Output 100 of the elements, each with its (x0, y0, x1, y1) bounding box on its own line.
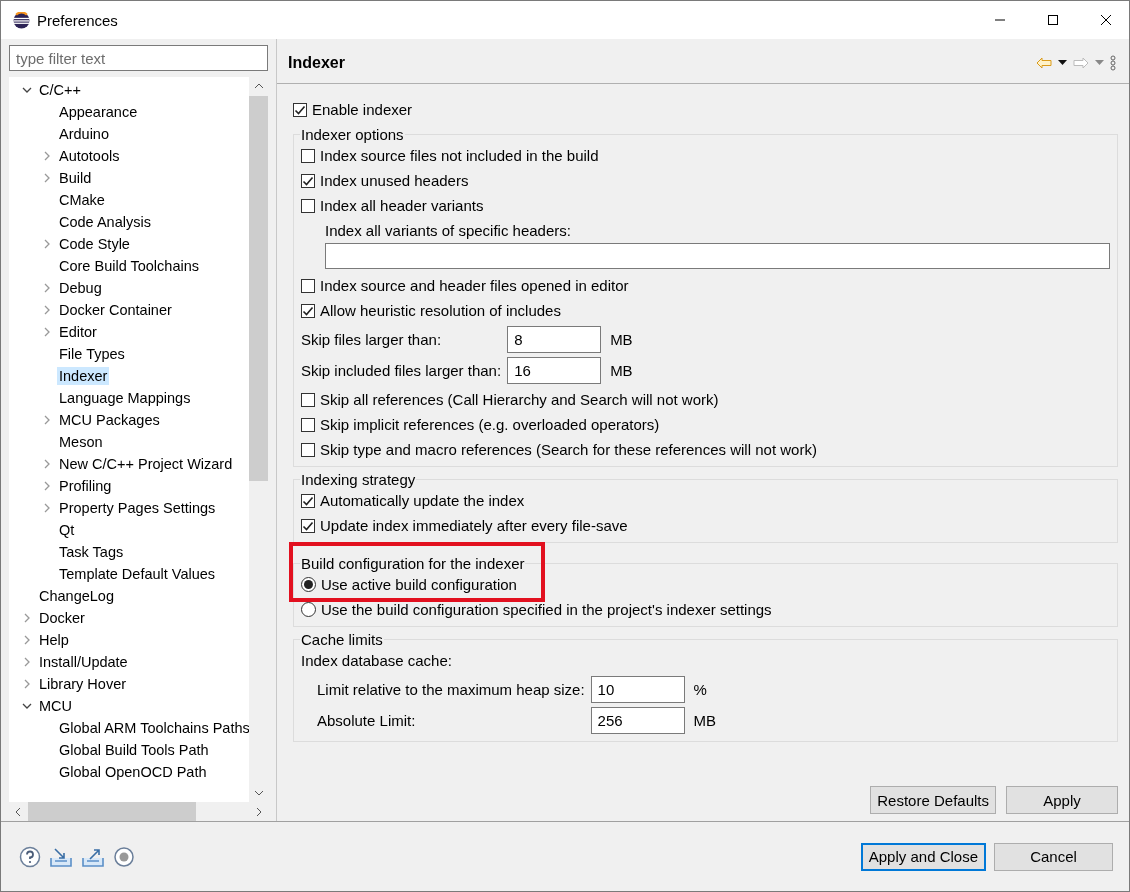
tree-item[interactable]: MCU Packages (57, 411, 162, 429)
input-field[interactable] (325, 243, 1110, 269)
checkbox[interactable] (301, 303, 315, 318)
tree-item[interactable]: Task Tags (57, 543, 126, 561)
chevron-down-icon[interactable] (22, 85, 32, 95)
tree-item[interactable]: Install/Update (37, 653, 130, 671)
tree-item[interactable]: MCU (37, 697, 75, 715)
tree-item[interactable]: Qt (57, 521, 77, 539)
caption-text: Index database cache: (301, 652, 452, 669)
page-title: Indexer (288, 53, 346, 72)
checkbox-label: Index source files not included in the build (320, 147, 599, 164)
checkbox[interactable] (301, 518, 315, 533)
chevron-right-icon[interactable] (42, 283, 52, 293)
chevron-right-icon[interactable] (42, 459, 52, 469)
tree-item[interactable]: C/C++ (37, 81, 83, 99)
checkbox[interactable] (301, 392, 315, 407)
chevron-right-icon[interactable] (42, 503, 52, 513)
restore-defaults-button[interactable]: Restore Defaults (870, 786, 996, 814)
checkbox-label: Index source and header files opened in editor (320, 277, 629, 294)
checkbox-label: Automatically update the index (320, 492, 525, 509)
tree-item[interactable]: Core Build Toolchains (57, 257, 201, 275)
chevron-right-icon[interactable] (42, 481, 52, 491)
chevron-right-icon[interactable] (22, 635, 32, 645)
tree-item[interactable]: Editor (57, 323, 99, 341)
tree-item[interactable]: CMake (57, 191, 107, 209)
checkbox-label: Enable indexer (312, 101, 413, 118)
tree-item[interactable]: File Types (57, 345, 127, 363)
number-field[interactable]: 8 (507, 326, 602, 353)
window-title: Preferences (37, 11, 119, 29)
chevron-right-icon[interactable] (42, 415, 52, 425)
checkbox[interactable] (301, 148, 315, 163)
tree-item[interactable]: Profiling (57, 477, 114, 495)
tree-item[interactable]: Code Analysis (57, 213, 153, 231)
import-tray-icon[interactable] (49, 845, 73, 868)
number-field[interactable]: 256 (590, 707, 685, 734)
group-title: Build configuration for the indexer (301, 555, 525, 572)
chevron-down-icon[interactable] (22, 701, 32, 711)
tree-item[interactable]: Property Pages Settings (57, 499, 218, 517)
tree-item[interactable]: Indexer (57, 367, 110, 385)
record-icon[interactable] (113, 845, 135, 868)
apply-and-close-button[interactable]: Apply and Close (860, 842, 986, 871)
tree-item[interactable]: Help (37, 631, 71, 649)
checkbox[interactable] (301, 442, 315, 457)
cancel-button[interactable]: Cancel (994, 842, 1113, 871)
checkbox[interactable] (301, 198, 315, 213)
unit-label: MB (609, 331, 634, 348)
close-icon[interactable] (1100, 14, 1112, 26)
checkbox[interactable] (301, 417, 315, 432)
checkbox-label: Skip all references (Call Hierarchy and Search will not work) (320, 391, 719, 408)
chevron-right-icon[interactable] (22, 613, 32, 623)
checkbox[interactable] (293, 102, 307, 117)
checkbox[interactable] (301, 173, 315, 188)
field-label: Index all variants of specific headers: (324, 222, 572, 239)
checkbox-label: Skip type and macro references (Search for these references will not work) (320, 441, 817, 458)
tree-item[interactable]: Global ARM Toolchains Paths (57, 719, 249, 737)
radio-button[interactable] (301, 577, 316, 592)
checkbox-label: Skip implicit references (e.g. overloaded operators) (320, 416, 660, 433)
unit-label: MB (609, 362, 634, 379)
checkbox-label: Index all header variants (320, 197, 484, 214)
tree-item[interactable]: Template Default Values (57, 565, 218, 583)
checkbox[interactable] (301, 278, 315, 293)
apply-button[interactable]: Apply (1006, 786, 1118, 814)
group-title: Indexer options (301, 126, 404, 143)
checkbox-label: Allow heuristic resolution of includes (320, 302, 561, 319)
checkbox-label: Update index immediately after every file-save (320, 517, 628, 534)
tree-item[interactable]: Meson (57, 433, 105, 451)
chevron-right-icon[interactable] (42, 305, 52, 315)
chevron-right-icon[interactable] (42, 173, 52, 183)
radio-button[interactable] (301, 602, 316, 617)
radio-label: Use active build configuration (321, 576, 517, 593)
tree-item[interactable]: Global Build Tools Path (57, 741, 211, 759)
chevron-right-icon[interactable] (42, 151, 52, 161)
tree-item[interactable]: Appearance (57, 103, 140, 121)
tree-item[interactable]: Build (57, 169, 94, 187)
chevron-right-icon[interactable] (42, 327, 52, 337)
tree-item[interactable]: Arduino (57, 125, 111, 143)
app-logo-icon (13, 11, 30, 29)
tree-item[interactable]: Code Style (57, 235, 132, 253)
tree-item[interactable]: Docker (37, 609, 87, 627)
checkbox[interactable] (301, 493, 315, 508)
tree-item[interactable]: ChangeLog (37, 587, 116, 605)
field-label: Skip files larger than: (301, 331, 443, 348)
unit-label: % (692, 681, 708, 698)
tree-item[interactable]: Debug (57, 279, 104, 297)
tree-item[interactable]: Library Hover (37, 675, 129, 693)
chevron-right-icon[interactable] (22, 657, 32, 667)
tree-item[interactable]: Docker Container (57, 301, 174, 319)
tree-item[interactable]: Global OpenOCD Path (57, 763, 209, 781)
filter-field[interactable]: type filter text (9, 45, 268, 71)
radio-label: Use the build configuration specified in the project's indexer settings (321, 601, 772, 618)
number-field[interactable]: 10 (590, 676, 685, 703)
maximize-icon[interactable] (1047, 14, 1059, 26)
tree-item[interactable]: Language Mappings (57, 389, 193, 407)
chevron-right-icon[interactable] (22, 679, 32, 689)
help-icon[interactable] (19, 845, 41, 868)
chevron-right-icon[interactable] (42, 239, 52, 249)
tree-item[interactable]: Autotools (57, 147, 122, 165)
number-field[interactable]: 16 (507, 357, 602, 384)
tree-item[interactable]: New C/C++ Project Wizard (57, 455, 235, 473)
field-label: Absolute Limit: (317, 712, 417, 729)
